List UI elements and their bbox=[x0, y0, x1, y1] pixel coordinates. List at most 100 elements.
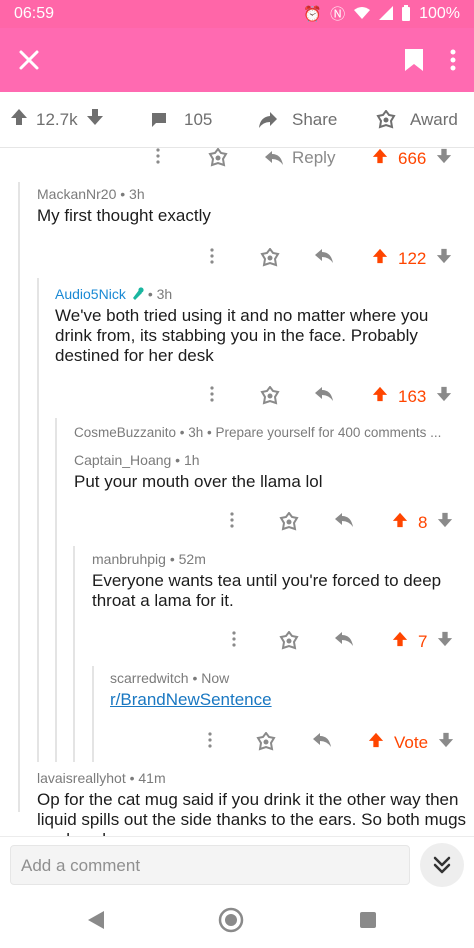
downvote-button[interactable] bbox=[437, 631, 453, 652]
arrow-up-icon bbox=[11, 109, 27, 125]
reply-label: Reply bbox=[292, 148, 336, 167]
arrow-down-icon bbox=[438, 732, 454, 748]
reply-icon bbox=[315, 249, 333, 263]
comment-icon bbox=[152, 112, 166, 127]
share-button[interactable]: Share bbox=[258, 110, 337, 130]
recents-button[interactable] bbox=[356, 908, 380, 932]
more-options-button[interactable] bbox=[232, 631, 236, 647]
more-vertical-icon bbox=[230, 512, 234, 528]
toolbar-right bbox=[404, 48, 456, 72]
award-icon bbox=[260, 386, 280, 405]
more-vertical-icon bbox=[210, 386, 214, 402]
vote-control: 8 bbox=[392, 512, 453, 533]
post-score: 12.7k bbox=[36, 109, 78, 129]
reply-button[interactable] bbox=[334, 631, 354, 647]
comments-count: 105 bbox=[184, 109, 213, 129]
arrow-down-icon bbox=[86, 109, 103, 125]
award-icon bbox=[208, 148, 228, 167]
comment-actions: 163 bbox=[0, 386, 474, 406]
bookmark-icon bbox=[405, 49, 423, 71]
more-options-button[interactable] bbox=[230, 512, 234, 528]
close-button[interactable] bbox=[18, 49, 40, 71]
comment-body: We've both tried using it and no matter … bbox=[55, 306, 429, 365]
vote-count: 7 bbox=[418, 631, 428, 651]
home-button[interactable] bbox=[217, 906, 245, 934]
share-icon bbox=[259, 111, 277, 128]
vote-count: 163 bbox=[398, 386, 427, 406]
comment-meta[interactable]: manbruhpig • 52m bbox=[92, 551, 206, 567]
share-label: Share bbox=[292, 109, 338, 129]
downvote-button[interactable] bbox=[436, 248, 452, 269]
app-toolbar bbox=[0, 28, 474, 92]
award-icon bbox=[279, 631, 299, 650]
reply-button[interactable] bbox=[334, 512, 354, 528]
reply-button[interactable]: Reply bbox=[264, 148, 335, 168]
thread-line[interactable] bbox=[55, 418, 57, 762]
comment-body: Put your mouth over the llama lol bbox=[74, 472, 323, 491]
award-label: Award bbox=[410, 109, 458, 129]
jump-to-next-button[interactable] bbox=[420, 843, 464, 887]
downvote-button[interactable] bbox=[437, 512, 453, 533]
downvote-button[interactable] bbox=[438, 732, 454, 753]
vote-count: 8 bbox=[418, 512, 428, 532]
more-vertical-icon bbox=[156, 148, 160, 164]
give-award-button[interactable] bbox=[260, 386, 280, 406]
downvote-button[interactable] bbox=[436, 148, 452, 169]
comment-meta[interactable]: Audio5Nick • 3h bbox=[55, 286, 172, 302]
more-vertical-icon bbox=[232, 631, 236, 647]
square-icon bbox=[360, 912, 376, 928]
reply-button[interactable] bbox=[314, 386, 334, 402]
vote-control: 666 bbox=[372, 148, 452, 169]
comment-actions: 7 bbox=[0, 631, 474, 651]
upvote-button[interactable] bbox=[10, 108, 28, 131]
give-award-button[interactable] bbox=[279, 512, 299, 532]
comments-count-button[interactable]: 105 bbox=[150, 110, 212, 130]
upvote-button[interactable] bbox=[372, 386, 388, 407]
comment-meta[interactable]: scarredwitch • Now bbox=[110, 670, 229, 686]
give-award-button[interactable] bbox=[208, 148, 228, 168]
comment-body: My first thought exactly bbox=[37, 206, 211, 225]
thread-line[interactable] bbox=[18, 182, 20, 812]
comment-meta[interactable]: lavaisreallyhot • 41m bbox=[37, 770, 166, 786]
give-award-button[interactable] bbox=[279, 631, 299, 651]
comment-author[interactable]: Audio5Nick bbox=[55, 286, 126, 302]
collapsed-comment[interactable]: CosmeBuzzanito • 3h • Prepare yourself f… bbox=[74, 425, 441, 440]
comment-thread[interactable]: Reply 666 MackanNr20 • 3h My first thoug… bbox=[0, 148, 474, 836]
upvote-button[interactable] bbox=[392, 512, 408, 533]
comment-meta[interactable]: Captain_Hoang • 1h bbox=[74, 452, 200, 468]
alarm-icon: ⏰ bbox=[303, 5, 323, 23]
save-button[interactable] bbox=[404, 48, 424, 72]
comment-composer: Add a comment bbox=[0, 836, 474, 892]
microphone-icon bbox=[132, 287, 144, 300]
more-options-button[interactable] bbox=[210, 248, 214, 264]
add-comment-input[interactable]: Add a comment bbox=[10, 845, 410, 885]
give-award-button[interactable] bbox=[260, 248, 280, 268]
back-triangle-icon bbox=[88, 911, 104, 929]
upvote-button[interactable] bbox=[372, 248, 388, 269]
give-award-button[interactable] bbox=[256, 732, 276, 752]
more-vertical-icon bbox=[210, 248, 214, 264]
home-circle-icon bbox=[218, 907, 244, 933]
upvote-button[interactable] bbox=[368, 732, 384, 753]
comment-meta[interactable]: MackanNr20 • 3h bbox=[37, 186, 145, 202]
more-options-button[interactable] bbox=[156, 148, 160, 164]
more-options-button[interactable] bbox=[208, 732, 212, 748]
reply-button[interactable] bbox=[314, 248, 334, 264]
back-button[interactable] bbox=[84, 908, 108, 932]
subreddit-link[interactable]: r/BrandNewSentence bbox=[110, 690, 272, 710]
arrow-up-icon bbox=[368, 732, 384, 748]
award-button[interactable]: Award bbox=[376, 109, 458, 130]
overflow-menu-button[interactable] bbox=[450, 49, 456, 71]
downvote-button[interactable] bbox=[86, 108, 104, 131]
arrow-down-icon bbox=[437, 148, 452, 164]
vote-control: Vote bbox=[368, 732, 454, 753]
more-options-button[interactable] bbox=[210, 386, 214, 402]
more-vertical-icon bbox=[208, 732, 212, 748]
reply-button[interactable] bbox=[312, 732, 332, 748]
upvote-button[interactable] bbox=[392, 631, 408, 652]
upvote-button[interactable] bbox=[372, 148, 388, 169]
double-chevron-down-icon bbox=[433, 856, 451, 874]
thread-line[interactable] bbox=[73, 546, 75, 762]
battery-icon bbox=[401, 4, 411, 24]
downvote-button[interactable] bbox=[436, 386, 452, 407]
